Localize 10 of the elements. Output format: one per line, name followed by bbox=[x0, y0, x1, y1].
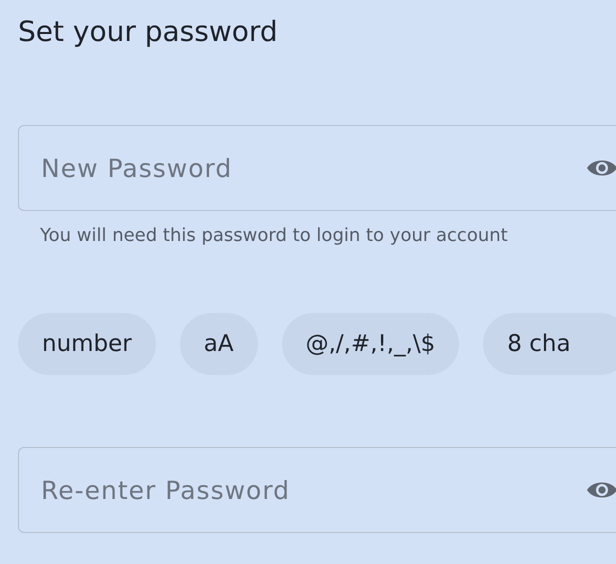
requirement-chip: 8 cha bbox=[483, 313, 616, 375]
requirement-chip: aA bbox=[180, 313, 258, 375]
eye-icon[interactable] bbox=[586, 480, 616, 500]
requirement-chip: @,/,#,!,_,\$ bbox=[282, 313, 460, 375]
eye-icon[interactable] bbox=[586, 158, 616, 178]
page-title: Set your password bbox=[18, 14, 279, 50]
password-field[interactable]: Re-enter Password bbox=[18, 447, 616, 533]
helper-text: You will need this password to login to your account bbox=[40, 225, 509, 247]
requirement-chip: number bbox=[18, 313, 156, 375]
password-field[interactable]: New Password bbox=[18, 125, 616, 211]
